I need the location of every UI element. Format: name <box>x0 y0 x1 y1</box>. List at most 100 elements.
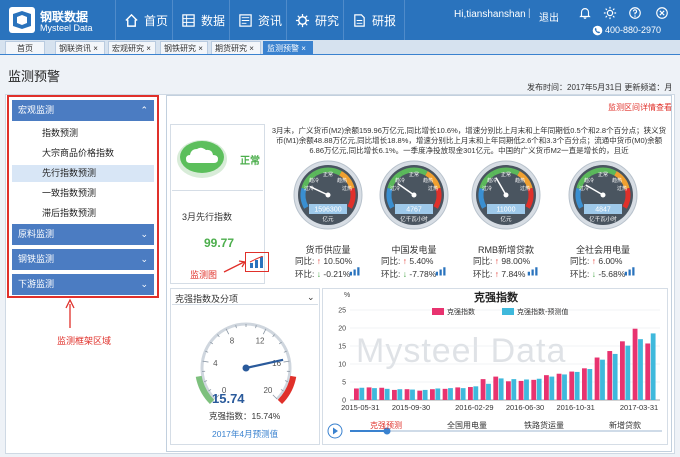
mysteel-logo-icon[interactable] <box>8 6 36 34</box>
sidebar-section-macro[interactable]: 宏观监测 ⌃ <box>12 100 154 121</box>
sidebar-item-index-forecast[interactable]: 指数预测 <box>12 125 154 142</box>
news-icon <box>239 13 252 27</box>
chevron-down-icon[interactable]: ⌄ <box>307 292 315 303</box>
nav-research[interactable]: 研究 <box>286 0 347 40</box>
leading-index-value: 99.77 <box>204 236 235 250</box>
sidebar-section-raw-materials[interactable]: 原料监测 ⌄ <box>12 224 154 245</box>
chart-bar <box>511 379 517 400</box>
status-text: 正常 <box>240 156 260 167</box>
timeline-label-electricity[interactable]: 全国用电量 <box>447 420 487 431</box>
mini-bar <box>632 267 635 276</box>
sidebar-item-commodity-index[interactable]: 大宗商品价格指数 <box>12 145 154 162</box>
tab-home[interactable]: 首页 <box>5 41 45 54</box>
timeline-label-keqiang[interactable]: 克强预测 <box>370 420 402 431</box>
sidebar-section-downstream[interactable]: 下游监测 ⌄ <box>12 274 154 295</box>
sidebar-section-steel[interactable]: 钢铁监测 ⌄ <box>12 249 154 270</box>
big-gauge-tick-label: 20 <box>263 386 272 395</box>
chart-bar <box>607 351 613 400</box>
sidebar-section-label: 钢铁监测 <box>18 254 55 264</box>
big-gauge-tick <box>272 394 278 400</box>
tab-macro-research[interactable]: 宏观研究 × <box>108 41 156 54</box>
gauge-tick-label: 趋热 <box>337 177 347 184</box>
indicator-gauge: 正常过冷趋冷 趋热过热 4767亿千瓦小时 <box>379 160 449 230</box>
chart-bar <box>544 375 549 400</box>
gauge-tick-label: 正常 <box>598 171 608 178</box>
gauge-change-label: 环比: <box>473 269 495 279</box>
timeline-label-loans[interactable]: 新增贷款 <box>609 420 641 431</box>
settings-gear-icon[interactable] <box>603 6 617 20</box>
sidebar-item-coincident-index[interactable]: 一致指数预测 <box>12 185 154 202</box>
timeline-label-railway[interactable]: 铁路货运量 <box>524 420 564 431</box>
gauge-tick-label: 趋冷 <box>584 177 594 184</box>
chart-bar <box>448 388 453 400</box>
chart-xtick-label: 2016-10-31 <box>556 403 594 412</box>
nav-report[interactable]: 研报 <box>343 0 406 40</box>
chart-bar <box>536 378 542 400</box>
gauge-tick-label: 过热 <box>617 185 627 192</box>
bar-chart-icon[interactable] <box>624 266 636 276</box>
big-gauge-hub <box>242 364 250 372</box>
user-greeting[interactable]: Hi,tianshanshan <box>454 9 526 20</box>
mini-bar <box>353 269 356 276</box>
chart-xtick-label: 2015-09-30 <box>392 403 430 412</box>
tab-strip: 首页 钢联资讯 × 宏观研究 × 钢铁研究 × 期货研究 × 监测预警 × <box>0 40 680 55</box>
tab-futures-research[interactable]: 期货研究 × <box>211 41 261 54</box>
phone-icon <box>592 25 603 36</box>
close-icon[interactable] <box>655 6 669 20</box>
gauge-hub <box>600 192 606 198</box>
chart-bar <box>473 386 479 400</box>
gauge-yoy-line: 同比: ↑ 10.50% <box>295 255 352 267</box>
mini-bar <box>439 269 442 276</box>
interval-detail-link[interactable]: 监测区间详情查看 <box>608 102 672 113</box>
prediction-link[interactable]: 2017年4月预测值 <box>212 428 278 440</box>
nav-data[interactable]: 数据 <box>172 0 233 40</box>
chevron-down-icon: ⌄ <box>140 254 148 264</box>
chart-ytick-label: 15 <box>338 344 346 351</box>
legend-label: 克强指数 <box>447 307 475 316</box>
keqiang-bar-chart: 克强指数%0510152025 克强指数 克强指数-预测值2015-05-31 201… <box>338 290 660 412</box>
tab-monitoring-warning[interactable]: 监测预警 × <box>263 41 313 54</box>
page-title: 监测预警 <box>8 69 61 84</box>
chart-bar <box>384 388 390 400</box>
chart-bar <box>574 371 580 400</box>
nav-home-label: 首页 <box>144 13 169 28</box>
chart-xtick-label: 2016-06-30 <box>506 403 544 412</box>
keqiang-gauge: 048 121620 <box>195 322 297 405</box>
chart-bar <box>435 388 441 400</box>
bar-chart-icon[interactable] <box>435 266 447 276</box>
gauge-value: 11000 <box>497 207 516 214</box>
bar-chart-icon[interactable] <box>527 266 539 276</box>
chart-bar <box>417 390 423 400</box>
keqiang-gauge-value: 15.74 <box>212 391 245 406</box>
sidebar-item-lagging-index[interactable]: 滞后指数预测 <box>12 205 154 222</box>
header-separator: | <box>528 8 531 19</box>
big-gauge-tick-label: 12 <box>256 336 265 345</box>
nav-news[interactable]: 资讯 <box>229 0 290 40</box>
gauge-change-label: 同比: <box>473 256 495 266</box>
chart-bar <box>379 387 385 400</box>
sidebar-item-leading-index[interactable]: 先行指数预测 <box>12 165 154 182</box>
publish-info: 发布时间：2017年5月31日 更新频道：月 <box>527 83 673 92</box>
chart-xtick-label: 2015-05-31 <box>341 403 379 412</box>
help-icon[interactable] <box>628 6 642 20</box>
nav-data-label: 数据 <box>201 13 226 28</box>
gauge-value: 4767 <box>406 207 422 214</box>
bar-chart-icon[interactable] <box>249 256 265 268</box>
leading-index-name: 3月先行指数 <box>182 212 233 222</box>
chart-bar <box>645 343 651 400</box>
big-gauge-green-band <box>195 375 215 405</box>
logout-link[interactable]: 退出 <box>539 9 559 24</box>
status-divider <box>172 190 263 191</box>
sidebar-section-label: 宏观监测 <box>18 105 55 115</box>
tab-steel-research[interactable]: 钢铁研究 × <box>160 41 208 54</box>
tab-mysteel-news[interactable]: 钢联资讯 × <box>55 41 105 54</box>
bell-icon[interactable] <box>578 6 592 20</box>
chart-bar <box>650 333 656 400</box>
brand-name-en: Mysteel Data <box>40 23 93 33</box>
chart-bar <box>455 387 461 400</box>
gauge-mom-line: 环比: ↑ 7.84% <box>473 268 525 280</box>
chart-ytick-label: 5 <box>342 380 346 387</box>
nav-news-label: 资讯 <box>258 13 283 28</box>
bar-chart-icon[interactable] <box>349 266 361 276</box>
nav-home[interactable]: 首页 <box>115 0 176 40</box>
